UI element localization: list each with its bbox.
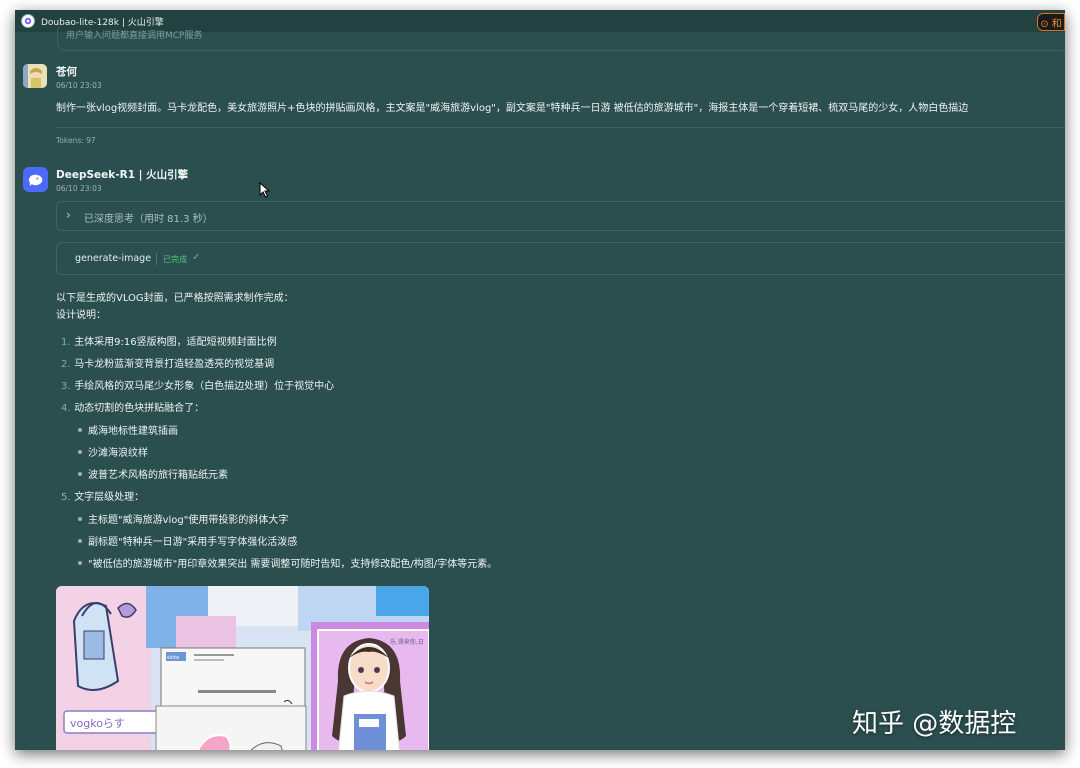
list-number: 3. xyxy=(61,381,71,392)
list-item: 3. 手绘风格的双马尾少女形象（白色描边处理）位于视觉中心 xyxy=(61,377,334,392)
tool-call-card[interactable]: generate-image 已完成 ✓ xyxy=(56,242,1065,275)
sub-list-item: 沙滩海浪纹样 xyxy=(78,444,148,459)
list-item-text: 文字层级处理： xyxy=(74,492,145,503)
list-number: 4. xyxy=(61,403,71,414)
list-item: 2. 马卡龙粉蓝渐变背景打造轻盈透亮的视觉基调 xyxy=(61,355,274,370)
list-item-text: 手绘风格的双马尾少女形象（白色描边处理）位于视觉中心 xyxy=(74,381,335,392)
sub-list-item-text: 副标题"特种兵一日游"采用手写字体强化活泼感 xyxy=(88,537,298,548)
bullet-icon xyxy=(78,561,82,565)
app-logo-icon xyxy=(21,14,35,28)
sub-list-item: 副标题"特种兵一日游"采用手写字体强化活泼感 xyxy=(78,533,297,548)
list-item-text: 动态切割的色块拼贴融合了： xyxy=(74,403,205,414)
sub-list-item-text: 威海地标性建筑插画 xyxy=(88,426,178,437)
tool-name: generate-image xyxy=(75,253,152,264)
tool-separator xyxy=(156,253,157,265)
message-divider xyxy=(56,127,1065,128)
poster-tag-text: sinte xyxy=(167,655,179,661)
user-message-time: 06/10 23:03 xyxy=(56,81,102,90)
bot-name: DeepSeek-R1 | 火山引擎 xyxy=(56,169,189,181)
check-icon: ✓ xyxy=(192,252,201,263)
user-name: 苍何 xyxy=(56,66,77,78)
list-item: 5. 文字层级处理： xyxy=(61,488,144,503)
bullet-icon xyxy=(78,428,82,432)
list-number: 2. xyxy=(61,359,71,370)
generated-poster-image[interactable]: vogkoらす sinte 乐,得来你,日 xyxy=(56,586,429,750)
poster-bag-text: vogkoらす xyxy=(70,717,125,730)
chevron-right-icon: › xyxy=(66,208,71,222)
bot-message-time: 06/10 23:03 xyxy=(56,184,102,193)
list-number: 1. xyxy=(61,337,71,348)
list-number: 5. xyxy=(61,492,71,503)
poster-stamp-text: 乐,得来你,日 xyxy=(390,638,424,646)
tool-status: 已完成 xyxy=(163,255,187,264)
list-item-text: 主体采用9:16竖版构图，适配短视频封面比例 xyxy=(74,337,277,348)
bullet-icon xyxy=(78,539,82,543)
sub-list-item: 主标题"威海旅游vlog"使用带投影的斜体大字 xyxy=(78,511,288,526)
token-count: Tokens: 97 xyxy=(56,136,96,145)
sub-list-item: 威海地标性建筑插画 xyxy=(78,422,178,437)
app-window: Doubao-lite-128k | 火山引擎 ⊙ 和 用户输入问题都直接调用M… xyxy=(15,10,1065,750)
sub-list-item: "被低估的旅游城市"用印章效果突出 需要调整可随时告知，支持修改配色/构图/字体… xyxy=(78,555,497,570)
sub-list-item: 波普艺术风格的旅行箱贴纸元素 xyxy=(78,466,228,481)
bullet-icon xyxy=(78,517,82,521)
sub-list-item-text: "被低估的旅游城市"用印章效果突出 需要调整可随时告知，支持修改配色/构图/字体… xyxy=(88,559,498,570)
thinking-toggle[interactable]: › 已深度思考（用时 81.3 秒） xyxy=(56,201,1065,231)
previous-message-text: 用户输入问题都直接调用MCP服务 xyxy=(66,31,203,41)
mouse-cursor-icon xyxy=(259,182,271,198)
sub-list-item-text: 主标题"威海旅游vlog"使用带投影的斜体大字 xyxy=(88,515,289,526)
watermark-text: 知乎 @数据控 xyxy=(852,709,1017,739)
previous-message-box: 用户输入问题都直接调用MCP服务 xyxy=(57,24,1065,51)
thinking-label: 已深度思考（用时 81.3 秒） xyxy=(84,214,213,225)
bullet-icon xyxy=(78,472,82,476)
bullet-icon xyxy=(78,450,82,454)
design-heading: 设计说明： xyxy=(56,310,106,321)
list-item: 4. 动态切割的色块拼贴融合了： xyxy=(61,399,204,414)
user-avatar[interactable] xyxy=(23,64,47,88)
sub-list-item-text: 波普艺术风格的旅行箱贴纸元素 xyxy=(88,470,228,481)
list-item: 1. 主体采用9:16竖版构图，适配短视频封面比例 xyxy=(61,333,277,348)
sub-list-item-text: 沙滩海浪纹样 xyxy=(88,448,148,459)
user-message-text: 制作一张vlog视频封面。马卡龙配色，美女旅游照片+色块的拼贴画风格，主文案是"… xyxy=(56,103,969,114)
list-item-text: 马卡龙粉蓝渐变背景打造轻盈透亮的视觉基调 xyxy=(74,359,275,370)
deepseek-avatar-icon[interactable] xyxy=(23,167,48,192)
response-intro: 以下是生成的VLOG封面，已严格按照需求制作完成： xyxy=(56,293,294,304)
